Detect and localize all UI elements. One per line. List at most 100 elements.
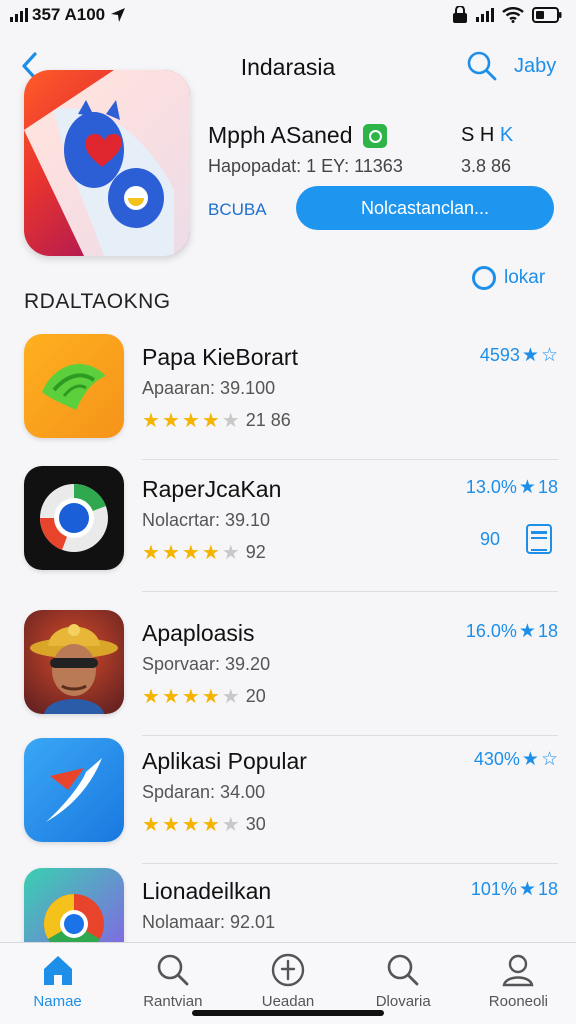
rating-count: 21 86 [245,410,291,430]
app-extra: 90 [480,524,552,554]
app-icon-green-leaf[interactable] [24,334,124,438]
star-icon: ★ [201,410,220,432]
star-icon: ★ [201,814,220,836]
list-item[interactable]: Papa KieBorart Apaaran: 39.100 ★ ★ ★ ★ ★ 21 … [0,320,576,460]
star-icon: ★ [518,621,536,642]
home-icon [43,956,72,985]
star-icon: ★ [521,749,539,770]
app-name: RaperJcaKan [142,476,282,502]
tab-label: Namae [33,993,82,1010]
star-icon: ★ [161,814,180,836]
star-icon: ★ [201,686,220,708]
featured-app[interactable]: Mpph ASaned S H K Hapopadat: 1 EY: 11363… [24,70,554,256]
featured-tag[interactable]: BCUBA [208,200,267,220]
featured-app-icon[interactable] [24,70,190,256]
app-score: 430% ★ ☆ [474,748,558,771]
app-name: Aplikasi Popular [142,748,307,774]
star-empty-icon: ★ [221,410,240,432]
star-empty-icon: ★ [221,542,240,564]
star-rating: ★ ★ ★ ★ ★ 30 [142,812,266,837]
tab-home[interactable]: Namae [0,943,115,1024]
update-icon [271,953,305,987]
app-score: 13.0% ★ 18 [466,476,558,499]
section-title: RDALTAOKNG [24,290,171,313]
list-item[interactable]: Aplikasi Popular Spdaran: 34.00 ★ ★ ★ ★ ★ 30… [0,724,576,864]
app-score-extra: 18 [537,621,558,641]
divider [142,591,558,592]
list-item[interactable]: RaperJcaKan Nolacrtar: 39.10 ★ ★ ★ ★ ★ 92 13… [0,452,576,592]
tab-label: Ueadan [261,993,315,1010]
tab-label: Rantvian [143,993,203,1010]
featured-app-title: Mpph ASaned [208,122,353,148]
star-icon: ★ [518,477,536,498]
signal-icon [10,8,28,22]
app-subtitle: Sporvaar: 39.20 [142,654,271,674]
app-score-text: 4593 [479,345,520,365]
star-icon: ★ [161,686,180,708]
verified-badge-icon [362,123,387,148]
app-subtitle: Nolacrtar: 39.10 [142,510,271,530]
star-icon: ★ [201,542,220,564]
app-name: Lionadeilkan [142,878,272,904]
star-icon: ★ [142,814,160,836]
star-rating: ★ ★ ★ ★ ★ 21 86 [142,408,291,433]
install-button[interactable]: Nolcastanclan... [296,186,554,230]
lock-rotation-icon [453,6,467,23]
star-outline-icon: ☆ [540,749,558,770]
star-icon: ★ [181,542,200,564]
app-extra-text: 90 [479,528,500,549]
star-icon: ★ [521,345,539,366]
status-right [452,6,562,24]
star-icon: ★ [142,686,160,708]
star-icon: ★ [142,410,160,432]
rating-count: 30 [245,814,266,834]
app-score-text: 13.0% [465,477,517,497]
star-icon: ★ [181,686,200,708]
app-score: 4593 ★ ☆ [480,344,558,367]
featured-rating-mark: K [499,124,514,146]
star-icon: ★ [518,879,536,900]
star-empty-icon: ★ [221,686,240,708]
featured-rating-prefix: S H [461,124,495,146]
star-icon: ★ [181,814,200,836]
app-subtitle: Apaaran: 39.100 [142,378,276,398]
tab-profile[interactable]: Rooneoli [461,943,576,1024]
app-icon-swoosh[interactable] [24,738,124,842]
star-icon: ★ [161,542,180,564]
section-link[interactable]: lokar [472,266,545,290]
refresh-icon [472,266,496,290]
featured-meta: 3.8 86 [461,156,512,176]
status-left: 357 A100 [10,5,127,25]
star-icon: ★ [142,542,160,564]
search-icon [157,954,189,986]
app-score-text: 16.0% [465,621,517,641]
calendar-icon[interactable] [526,524,552,554]
list-item[interactable]: Apaploasis Sporvaar: 39.20 ★ ★ ★ ★ ★ 20 16.0… [0,596,576,736]
app-score: 16.0% ★ 18 [466,620,558,643]
rating-count: 20 [245,686,266,706]
app-score-extra: 18 [537,879,558,899]
app-subtitle: Nolamaar: 92.01 [142,912,276,932]
search-icon [387,954,419,986]
featured-app-name: Mpph ASaned [208,122,387,149]
status-bar: 357 A100 [0,0,576,30]
star-outline-icon: ☆ [540,345,558,366]
app-icon-circle[interactable] [24,466,124,570]
app-score-text: 430% [473,749,520,769]
section-link-label: lokar [504,267,546,288]
app-name: Apaploasis [142,620,255,646]
wifi-icon [502,7,524,23]
carrier-text: 357 A100 [32,5,106,24]
tab-label: Dlovaria [375,993,431,1010]
location-arrow-icon [111,8,126,22]
rating-count: 92 [245,542,266,562]
profile-icon [502,954,534,987]
star-rating: ★ ★ ★ ★ ★ 92 [142,540,266,565]
app-score: 101% ★ 18 [471,878,558,901]
tab-label: Rooneoli [488,993,549,1010]
star-icon: ★ [181,410,200,432]
home-indicator [192,1010,384,1016]
star-icon: ★ [161,410,180,432]
star-rating: ★ ★ ★ ★ ★ 20 [142,684,266,709]
app-icon-character[interactable] [24,610,124,714]
